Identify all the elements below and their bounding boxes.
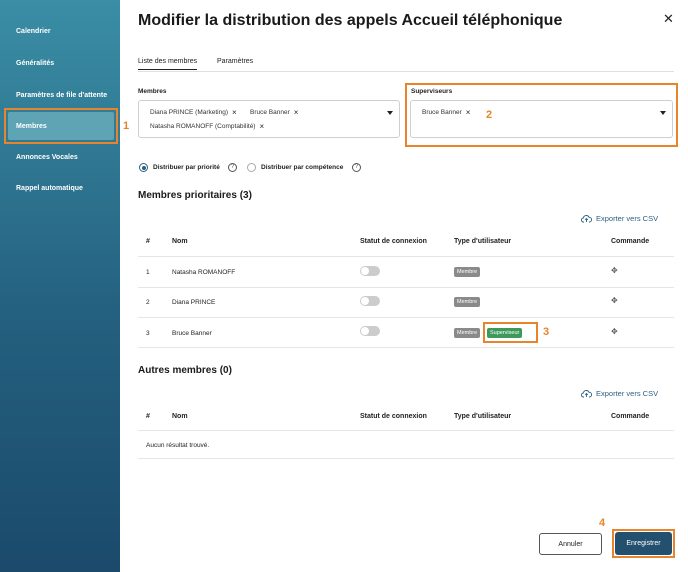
callout-number-3: 3 bbox=[543, 326, 550, 338]
cloud-upload-icon bbox=[581, 390, 592, 398]
column-header-name[interactable]: Nom bbox=[172, 238, 188, 245]
tab-parametres[interactable]: Paramètres bbox=[217, 58, 253, 65]
remove-chip-icon[interactable]: × bbox=[466, 108, 471, 117]
badge-member: Membre bbox=[454, 267, 481, 277]
column-header-name[interactable]: Nom bbox=[172, 413, 188, 420]
remove-chip-icon[interactable]: × bbox=[294, 108, 299, 117]
drag-move-icon[interactable]: ✥ bbox=[611, 296, 618, 305]
radio-priority[interactable] bbox=[139, 163, 148, 172]
table-divider bbox=[138, 347, 674, 348]
cloud-upload-icon bbox=[581, 215, 592, 223]
column-header-num: # bbox=[146, 238, 150, 245]
sidebar-item-calendrier[interactable]: Calendrier bbox=[8, 17, 114, 45]
save-button[interactable]: Enregistrer bbox=[615, 532, 672, 555]
sidebar-item-generalites[interactable]: Généralités bbox=[8, 49, 114, 77]
export-csv-link[interactable]: Exporter vers CSV bbox=[581, 214, 658, 223]
remove-chip-icon[interactable]: × bbox=[259, 122, 264, 131]
sidebar-item-annonces-vocales[interactable]: Annonces Vocales bbox=[8, 143, 114, 171]
row-name: Natasha ROMANOFF bbox=[172, 269, 236, 276]
column-header-user-type[interactable]: Type d'utilisateur bbox=[454, 413, 511, 420]
member-chip-label: Diana PRINCE (Marketing) bbox=[150, 109, 229, 116]
badge-member: Membre bbox=[454, 297, 481, 307]
members-multiselect[interactable]: Diana PRINCE (Marketing) × Bruce Banner … bbox=[138, 100, 400, 138]
drag-move-icon[interactable]: ✥ bbox=[611, 266, 618, 275]
connection-toggle[interactable] bbox=[360, 266, 380, 276]
row-number: 2 bbox=[146, 299, 150, 306]
row-name: Bruce Banner bbox=[172, 330, 212, 337]
badge-member: Membre bbox=[454, 328, 481, 338]
connection-toggle[interactable] bbox=[360, 296, 380, 306]
close-icon[interactable]: ✕ bbox=[663, 11, 674, 27]
member-chip: Bruce Banner × bbox=[250, 108, 298, 117]
chevron-down-icon[interactable] bbox=[387, 111, 393, 115]
radio-competence[interactable] bbox=[247, 163, 256, 172]
section-title-other-members: Autres membres (0) bbox=[138, 365, 232, 376]
sidebar: Calendrier Généralités Paramètres de fil… bbox=[0, 0, 120, 572]
table-divider bbox=[138, 458, 674, 459]
member-chip-label: Bruce Banner bbox=[250, 109, 290, 116]
callout-number-4: 4 bbox=[599, 517, 606, 529]
radio-priority-label: Distribuer par priorité bbox=[153, 164, 220, 171]
member-chip: Diana PRINCE (Marketing) × bbox=[150, 108, 237, 117]
section-title-priority-members: Membres prioritaires (3) bbox=[138, 190, 252, 201]
tab-divider bbox=[138, 71, 674, 72]
dialog-title: Modifier la distribution des appels Accu… bbox=[138, 12, 563, 29]
help-icon[interactable]: ? bbox=[228, 163, 237, 172]
row-name: Diana PRINCE bbox=[172, 299, 216, 306]
sidebar-item-queue-settings[interactable]: Paramètres de file d'attente bbox=[8, 81, 114, 109]
column-header-command: Commande bbox=[611, 238, 650, 245]
remove-chip-icon[interactable]: × bbox=[232, 108, 237, 117]
radio-competence-label: Distribuer par compétence bbox=[261, 164, 344, 171]
export-csv-label: Exporter vers CSV bbox=[596, 214, 659, 223]
table-divider bbox=[138, 317, 674, 318]
column-header-status[interactable]: Statut de connexion bbox=[360, 413, 427, 420]
column-header-user-type[interactable]: Type d'utilisateur bbox=[454, 238, 511, 245]
sidebar-item-rappel-automatique[interactable]: Rappel automatique bbox=[8, 174, 114, 202]
member-chip: Natasha ROMANOFF (Comptabilité) × bbox=[150, 122, 264, 131]
column-header-command: Commande bbox=[611, 413, 650, 420]
column-header-status[interactable]: Statut de connexion bbox=[360, 238, 427, 245]
empty-table-message: Aucun résultat trouvé. bbox=[146, 442, 210, 449]
table-divider bbox=[138, 256, 674, 257]
column-header-num: # bbox=[146, 413, 150, 420]
table-divider bbox=[138, 287, 674, 288]
tab-member-list[interactable]: Liste des membres bbox=[138, 58, 198, 70]
supervisors-label: Superviseurs bbox=[411, 88, 453, 95]
members-label: Membres bbox=[138, 88, 167, 95]
export-csv-link[interactable]: Exporter vers CSV bbox=[581, 389, 658, 398]
supervisor-chip-label: Bruce Banner bbox=[422, 109, 462, 116]
supervisors-multiselect[interactable]: Bruce Banner × bbox=[410, 100, 673, 138]
row-number: 3 bbox=[146, 330, 150, 337]
row-number: 1 bbox=[146, 269, 150, 276]
highlight-box-supervisor-badge bbox=[483, 322, 538, 343]
export-csv-label: Exporter vers CSV bbox=[596, 389, 659, 398]
member-chip-label: Natasha ROMANOFF (Comptabilité) bbox=[150, 123, 256, 130]
cancel-button[interactable]: Annuler bbox=[539, 533, 602, 555]
help-icon[interactable]: ? bbox=[352, 163, 361, 172]
callout-number-2: 2 bbox=[486, 109, 493, 121]
supervisor-chip: Bruce Banner × bbox=[422, 108, 470, 117]
drag-move-icon[interactable]: ✥ bbox=[611, 327, 618, 336]
table-divider bbox=[138, 430, 674, 431]
callout-number-1: 1 bbox=[123, 120, 130, 132]
highlight-box-membres bbox=[4, 108, 118, 144]
connection-toggle[interactable] bbox=[360, 326, 380, 336]
chevron-down-icon[interactable] bbox=[660, 111, 666, 115]
